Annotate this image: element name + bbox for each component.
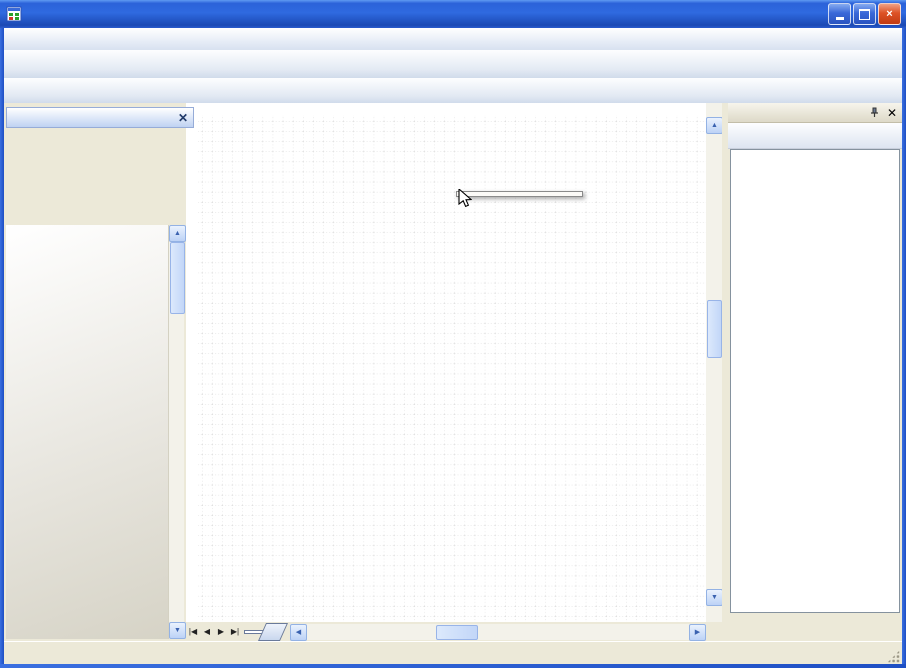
- shapes-scrollbar[interactable]: ▲ ▼: [168, 225, 184, 639]
- first-sheet-button[interactable]: |◀: [186, 624, 200, 640]
- tab-background[interactable]: [258, 623, 288, 641]
- scroll-up-icon[interactable]: ▲: [169, 225, 186, 242]
- minimize-icon: [836, 17, 844, 20]
- scrollbar-thumb[interactable]: [170, 242, 185, 314]
- close-icon: ×: [886, 8, 892, 20]
- sheets-toolbar: [728, 123, 902, 149]
- window-border-bottom: [0, 664, 906, 668]
- scroll-right-icon[interactable]: ▶: [689, 624, 706, 641]
- scroll-down-icon[interactable]: ▼: [706, 589, 723, 606]
- toolbar-standard: [4, 50, 902, 78]
- app-icon: [6, 6, 22, 22]
- mouse-cursor: [458, 189, 472, 209]
- sheet-tab-bar: |◀ ◀ ▶ ▶| ◀ ▶: [186, 622, 706, 641]
- statusbar: [4, 641, 902, 665]
- sheets-panel-header: ✕: [728, 103, 902, 123]
- diagram-canvas[interactable]: [186, 103, 706, 622]
- sheets-panel-close-icon[interactable]: ✕: [887, 106, 897, 120]
- scrollbar-thumb[interactable]: [436, 625, 478, 640]
- pin-icon[interactable]: [869, 107, 880, 118]
- context-menu: [456, 191, 583, 197]
- toolbar-format: [4, 78, 902, 104]
- shapes-panel-close-icon[interactable]: ✕: [178, 113, 188, 123]
- window-border-left: [0, 28, 4, 668]
- last-sheet-button[interactable]: ▶|: [228, 624, 242, 640]
- scroll-left-icon[interactable]: ◀: [290, 624, 307, 641]
- minimize-button[interactable]: [828, 3, 851, 25]
- next-sheet-button[interactable]: ▶: [214, 624, 228, 640]
- maximize-icon: [859, 9, 870, 20]
- scroll-up-icon[interactable]: ▲: [706, 117, 723, 134]
- canvas-hscrollbar[interactable]: ◀ ▶: [290, 624, 706, 640]
- maximize-button[interactable]: [853, 3, 876, 25]
- canvas-vscrollbar[interactable]: ▲ ▼: [706, 103, 722, 622]
- resize-grip[interactable]: [887, 650, 900, 663]
- titlebar[interactable]: ×: [0, 0, 906, 28]
- app-window: × ✕ ▲ ▼ ▲ ▼: [0, 0, 906, 668]
- shapes-panel-header: ✕: [6, 107, 194, 128]
- shapes-panel: ✕ ▲ ▼: [4, 103, 186, 641]
- scrollbar-thumb[interactable]: [707, 300, 722, 358]
- close-button[interactable]: ×: [878, 3, 901, 25]
- sheets-tree: [730, 149, 900, 613]
- prev-sheet-button[interactable]: ◀: [200, 624, 214, 640]
- menubar: [4, 28, 906, 50]
- sheets-panel: ✕: [728, 103, 902, 641]
- shape-items: [6, 225, 168, 639]
- window-border-right: [902, 28, 906, 668]
- canvas-grid: [198, 115, 706, 622]
- scroll-down-icon[interactable]: ▼: [169, 622, 186, 639]
